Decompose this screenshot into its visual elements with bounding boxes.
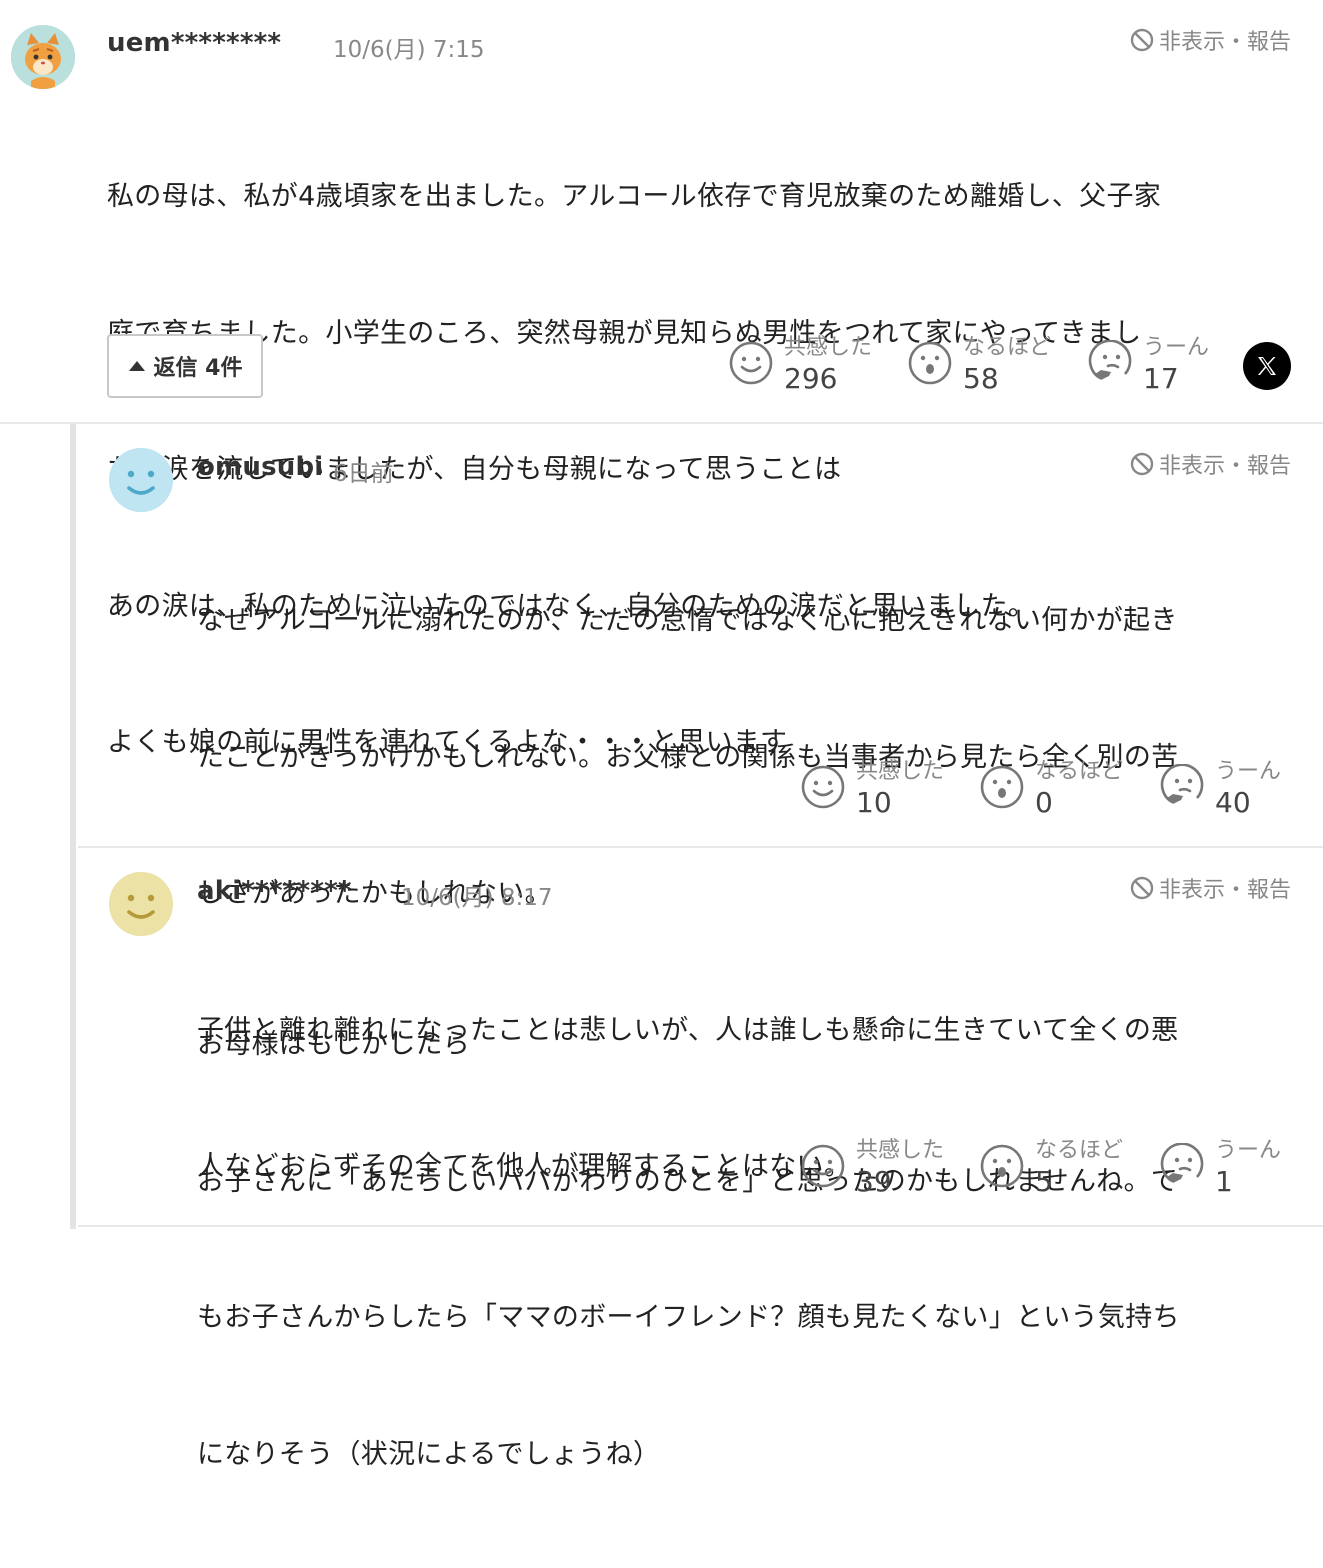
comment-line: お子さんに「あたらしいパパがわりのひとを」と思ったのかもしれませんね。で [197,1165,1179,1197]
prohibit-icon [1130,452,1154,476]
reaction-count: 17 [1143,362,1179,395]
comment-body: お母様はもしかしたら お子さんに「あたらしいパパがわりのひとを」と思ったのかもし… [197,931,1297,1568]
triangle-up-icon [128,361,145,371]
thinking-face-icon [1160,764,1204,804]
comment-line: もお子さんからしたら「ママのボーイフレンド？顔も見たくない」という気持ち [197,1302,1180,1333]
reaction-label: なるほど [1035,759,1124,784]
cat-avatar-icon [11,25,75,89]
replies-label: 返信 4件 [153,356,243,381]
reaction-label: うーん [1215,759,1282,784]
smile-icon [801,765,845,809]
surprised-face-icon [980,1144,1024,1188]
hide-report-label: 非表示・報告 [1158,30,1291,55]
prohibit-icon [1130,28,1154,52]
reaction-label: 共感した [856,759,945,784]
reaction-hmm[interactable]: うーん 1 [1159,1137,1281,1199]
reaction-hmm[interactable]: うーん 40 [1159,758,1281,820]
thinking-face-icon [1088,340,1132,380]
hide-report-label: 非表示・報告 [1158,878,1291,903]
comment-line: たことがきっかけかもしれない。お父様との関係も当事者から見たら全く別の苦 [197,741,1179,773]
surprised-face-icon [980,765,1024,809]
reaction-count: 10 [856,786,892,819]
reaction-count: 40 [1215,786,1251,819]
smile-icon [801,1144,845,1188]
reaction-count: 1 [1215,1165,1233,1198]
surprised-face-icon [908,341,952,385]
comment-line: なぜアルコールに溺れたのか、ただの怠惰ではなく心に抱えきれない何かが起き [197,605,1178,636]
replies-toggle-button[interactable]: 返信 4件 [107,334,263,398]
username[interactable]: uem******** [107,28,281,58]
reaction-empathy[interactable]: 共感した 39 [800,1137,944,1199]
thinking-face-icon [1160,1143,1204,1183]
reaction-hmm[interactable]: うーん 17 [1087,334,1209,396]
reaction-label: うーん [1143,335,1210,360]
reaction-count: 5 [1035,1165,1053,1198]
comment-line: になりそう（状況によるでしょうね） [197,1438,661,1470]
hide-report-label: 非表示・報告 [1158,454,1291,479]
reaction-label: 共感した [784,335,873,360]
reaction-count: 296 [784,362,838,395]
username[interactable]: aki******** [197,876,352,906]
timestamp: 6日前 [333,461,394,487]
reaction-count: 58 [963,362,999,395]
comment-1: uem******** 10/6(月) 7:15 非表示・報告 私の母は、私が4… [0,0,1323,758]
reaction-insightful[interactable]: なるほど 5 [979,1137,1123,1199]
avatar-face [109,872,173,936]
divider [78,1225,1323,1227]
reply-2: aki******** 10/6(月) 8:17 非表示・報告 お母様はもしかし… [0,848,1323,1470]
reaction-label: なるほど [1035,1138,1124,1163]
hide-report-link[interactable]: 非表示・報告 [1129,448,1291,480]
comment-line: 私の母は、私が4歳頃家を出ました。アルコール依存で育児放棄のため離婚し、父子家 [107,181,1162,212]
x-logo-icon [1258,357,1276,375]
prohibit-icon [1130,876,1154,900]
reaction-count: 39 [856,1165,892,1198]
username[interactable]: omusubi [197,452,323,482]
hide-report-link[interactable]: 非表示・報告 [1129,872,1291,904]
reaction-label: 共感した [856,1138,945,1163]
reaction-insightful[interactable]: なるほど 58 [907,334,1051,396]
avatar-face [109,448,173,512]
reaction-insightful[interactable]: なるほど 0 [979,758,1123,820]
avatar-cat [11,25,75,89]
hide-report-link[interactable]: 非表示・報告 [1129,24,1291,56]
reaction-count: 0 [1035,786,1053,819]
face-avatar-icon [109,872,173,936]
reply-1: omusubi 6日前 非表示・報告 なぜアルコールに溺れたのか、ただの怠惰では… [0,424,1323,1182]
smile-icon [729,341,773,385]
reaction-empathy[interactable]: 共感した 296 [728,334,872,396]
reaction-empathy[interactable]: 共感した 10 [800,758,944,820]
reaction-label: なるほど [963,335,1052,360]
face-avatar-icon [109,448,173,512]
reaction-label: うーん [1215,1138,1282,1163]
x-share-button[interactable] [1243,342,1291,390]
timestamp: 10/6(月) 7:15 [333,37,485,63]
comment-line: お母様はもしかしたら [197,1029,470,1060]
timestamp: 10/6(月) 8:17 [401,885,553,911]
